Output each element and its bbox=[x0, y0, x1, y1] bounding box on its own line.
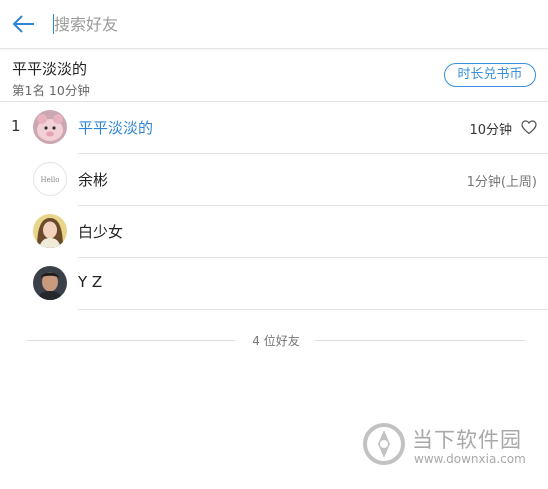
back-arrow-icon[interactable] bbox=[10, 10, 38, 38]
list-item[interactable]: Hello 余彬 1分钟(上周) bbox=[33, 154, 548, 206]
friend-name: 平平淡淡的 bbox=[78, 119, 154, 137]
pink-toy-avatar[interactable] bbox=[33, 110, 67, 144]
watermark: 当下软件园 www.downxia.com bbox=[362, 420, 542, 470]
heart-outline-icon[interactable] bbox=[520, 118, 538, 136]
reading-time: 10分钟 bbox=[469, 123, 512, 138]
search-input[interactable] bbox=[52, 10, 514, 38]
avatar-text: Hello bbox=[41, 176, 60, 184]
watermark-title: 当下软件园 bbox=[412, 428, 522, 452]
my-rank-text: 第1名 10分钟 bbox=[12, 83, 90, 98]
rank-number: 1 bbox=[11, 117, 21, 135]
woman-photo-avatar[interactable] bbox=[33, 214, 67, 248]
redeem-coins-button[interactable]: 时长兑书币 bbox=[444, 63, 536, 87]
search-header bbox=[0, 0, 548, 49]
friend-count: 4 位好友 bbox=[27, 330, 525, 350]
friend-ranking-page: 平平淡淡的 第1名 10分钟 时长兑书币 1 bbox=[0, 0, 548, 489]
man-photo-avatar[interactable] bbox=[33, 266, 67, 300]
watermark-url: www.downxia.com bbox=[414, 452, 526, 466]
my-name: 平平淡淡的 bbox=[12, 60, 88, 78]
friend-name: 白少女 bbox=[78, 223, 124, 241]
reading-time: 1分钟(上周) bbox=[466, 175, 537, 190]
friend-name: Y Z bbox=[78, 273, 103, 291]
list-item[interactable]: 1 平平淡淡的 10分钟 bbox=[11, 102, 548, 154]
my-rank-summary: 平平淡淡的 第1名 10分钟 时长兑书币 bbox=[0, 49, 548, 102]
list-item[interactable]: Y Z bbox=[33, 258, 548, 310]
list-item[interactable]: 白少女 bbox=[33, 206, 548, 258]
text-cursor bbox=[53, 14, 54, 34]
watermark-logo-icon bbox=[362, 422, 406, 466]
friend-name: 余彬 bbox=[78, 171, 109, 189]
friend-count-label: 4 位好友 bbox=[244, 334, 308, 348]
hello-text-avatar[interactable]: Hello bbox=[33, 162, 67, 196]
friend-list: 1 平平淡淡的 10分钟 Hello 余彬 1分钟(上周) 白少女 Y Z bbox=[0, 102, 548, 310]
